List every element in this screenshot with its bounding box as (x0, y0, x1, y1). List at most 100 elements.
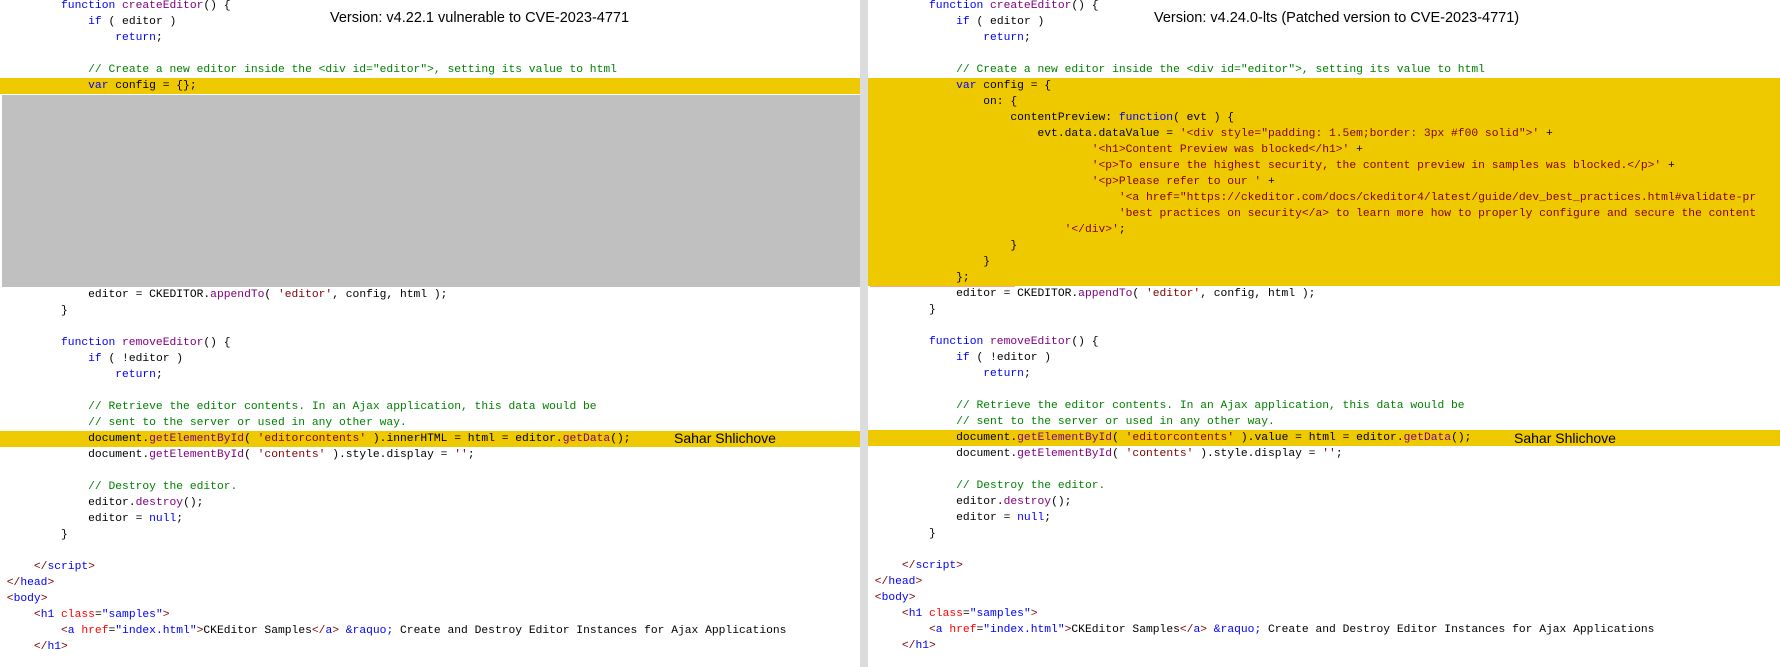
code-line[interactable]: } (0, 303, 860, 319)
code-line[interactable]: // sent to the server or used in any oth… (0, 415, 860, 431)
code-line[interactable]: return; (0, 30, 860, 46)
code-line[interactable]: // Create a new editor inside the <div i… (868, 62, 1780, 78)
code-token: > (61, 641, 68, 653)
code-line[interactable]: <h1 class="samples"> (0, 607, 860, 623)
code-line[interactable]: // Create a new editor inside the <div i… (0, 62, 860, 78)
code-line[interactable]: // Retrieve the editor contents. In an A… (868, 398, 1780, 414)
code-line[interactable]: contentPreview: function( evt ) { (868, 110, 1780, 126)
code-line[interactable]: <a href="index.html">CKEditor Samples</a… (868, 622, 1780, 638)
code-line[interactable]: </h1> (868, 638, 1780, 654)
code-line[interactable]: return; (0, 367, 860, 383)
code-line[interactable]: return; (868, 30, 1780, 46)
code-line[interactable] (0, 463, 860, 479)
code-line[interactable]: <body> (868, 590, 1780, 606)
code-line[interactable]: return; (868, 366, 1780, 382)
code-line[interactable]: <a href="index.html">CKEditor Samples</a… (0, 623, 860, 639)
code-line[interactable]: editor = null; (0, 511, 860, 527)
code-token: = (94, 609, 102, 621)
code-line[interactable] (0, 543, 860, 559)
code-token: > (908, 592, 916, 604)
code-line[interactable]: <h1 class="samples"> (868, 606, 1780, 622)
code-token: } (929, 304, 936, 316)
code-token: < (874, 592, 882, 604)
code-line[interactable]: on: { (868, 94, 1780, 110)
code-line[interactable]: '<h1>Content Preview was blocked</h1>' + (868, 142, 1780, 158)
code-token: createEditor (122, 0, 204, 12)
pane-divider[interactable] (860, 0, 868, 667)
code-line[interactable]: } (0, 527, 860, 543)
code-line[interactable]: </script> (868, 558, 1780, 574)
code-line[interactable]: document.getElementById( 'editorcontents… (868, 430, 1780, 446)
code-token: config = { (983, 80, 1052, 92)
code-line[interactable] (0, 383, 860, 399)
code-line[interactable]: '</div>'; (868, 222, 1780, 238)
code-line[interactable]: function removeEditor() { (0, 335, 860, 351)
code-token: + (1539, 128, 1553, 140)
code-line[interactable]: } (868, 238, 1780, 254)
code-line[interactable]: editor = CKEDITOR.appendTo( 'editor', co… (868, 286, 1780, 302)
code-token: ( (244, 449, 258, 461)
code-line[interactable]: editor = null; (868, 510, 1780, 526)
code-line[interactable]: }; (868, 270, 1780, 286)
code-line[interactable]: // Destroy the editor. (0, 479, 860, 495)
code-line[interactable] (0, 319, 860, 335)
code-token: < (33, 609, 41, 621)
code-line[interactable]: '<p>Please refer to our ' + (868, 174, 1780, 190)
code-line[interactable]: // sent to the server or used in any oth… (868, 414, 1780, 430)
code-token: () { (1071, 0, 1099, 12)
code-line[interactable]: </head> (868, 574, 1780, 590)
code-line[interactable]: '<p>To ensure the highest security, the … (868, 158, 1780, 174)
code-line[interactable]: '<a href="https://ckeditor.com/docs/cked… (868, 190, 1780, 206)
code-line[interactable]: document.getElementById( 'contents' ).st… (0, 447, 860, 463)
code-token: 'contents' (257, 449, 326, 461)
code-line[interactable] (868, 542, 1780, 558)
code-line[interactable]: } (868, 302, 1780, 318)
code-line[interactable]: 'best practices on security</a> to learn… (868, 206, 1780, 222)
code-line[interactable] (0, 46, 860, 62)
code-token: > (1200, 624, 1207, 636)
code-line[interactable]: } (868, 254, 1780, 270)
code-line[interactable]: <body> (0, 591, 860, 607)
code-line[interactable]: </h1> (0, 639, 860, 655)
code-token: script (47, 561, 89, 573)
code-line[interactable] (868, 382, 1780, 398)
code-line[interactable]: } (868, 526, 1780, 542)
code-line[interactable]: // Retrieve the editor contents. In an A… (0, 399, 860, 415)
code-line[interactable]: document.getElementById( 'contents' ).st… (868, 446, 1780, 462)
code-token: document. (956, 432, 1018, 444)
code-line[interactable]: // Destroy the editor. (868, 478, 1780, 494)
code-line[interactable]: editor.destroy(); (868, 494, 1780, 510)
code-line[interactable]: editor.destroy(); (0, 495, 860, 511)
code-line[interactable]: </script> (0, 559, 860, 575)
code-token: 'editor' (277, 289, 333, 301)
code-line[interactable] (868, 318, 1780, 334)
code-line[interactable]: if ( !editor ) (868, 350, 1780, 366)
code-token: > (956, 560, 963, 572)
code-line[interactable]: var config = { (868, 78, 1780, 94)
code-token: ).style.display = (1193, 448, 1323, 460)
code-line[interactable]: </head> (0, 575, 860, 591)
code-token: editor = (88, 513, 150, 525)
code-line[interactable]: function removeEditor() { (868, 334, 1780, 350)
code-line[interactable]: var config = {}; (0, 78, 860, 94)
code-line[interactable]: if ( !editor ) (0, 351, 860, 367)
code-line[interactable]: evt.data.dataValue = '<div style="paddin… (868, 126, 1780, 142)
code-token: getElementById (1017, 448, 1113, 460)
code-line[interactable] (868, 46, 1780, 62)
code-line[interactable] (868, 462, 1780, 478)
code-line[interactable]: editor = CKEDITOR.appendTo( 'editor', co… (0, 287, 860, 303)
